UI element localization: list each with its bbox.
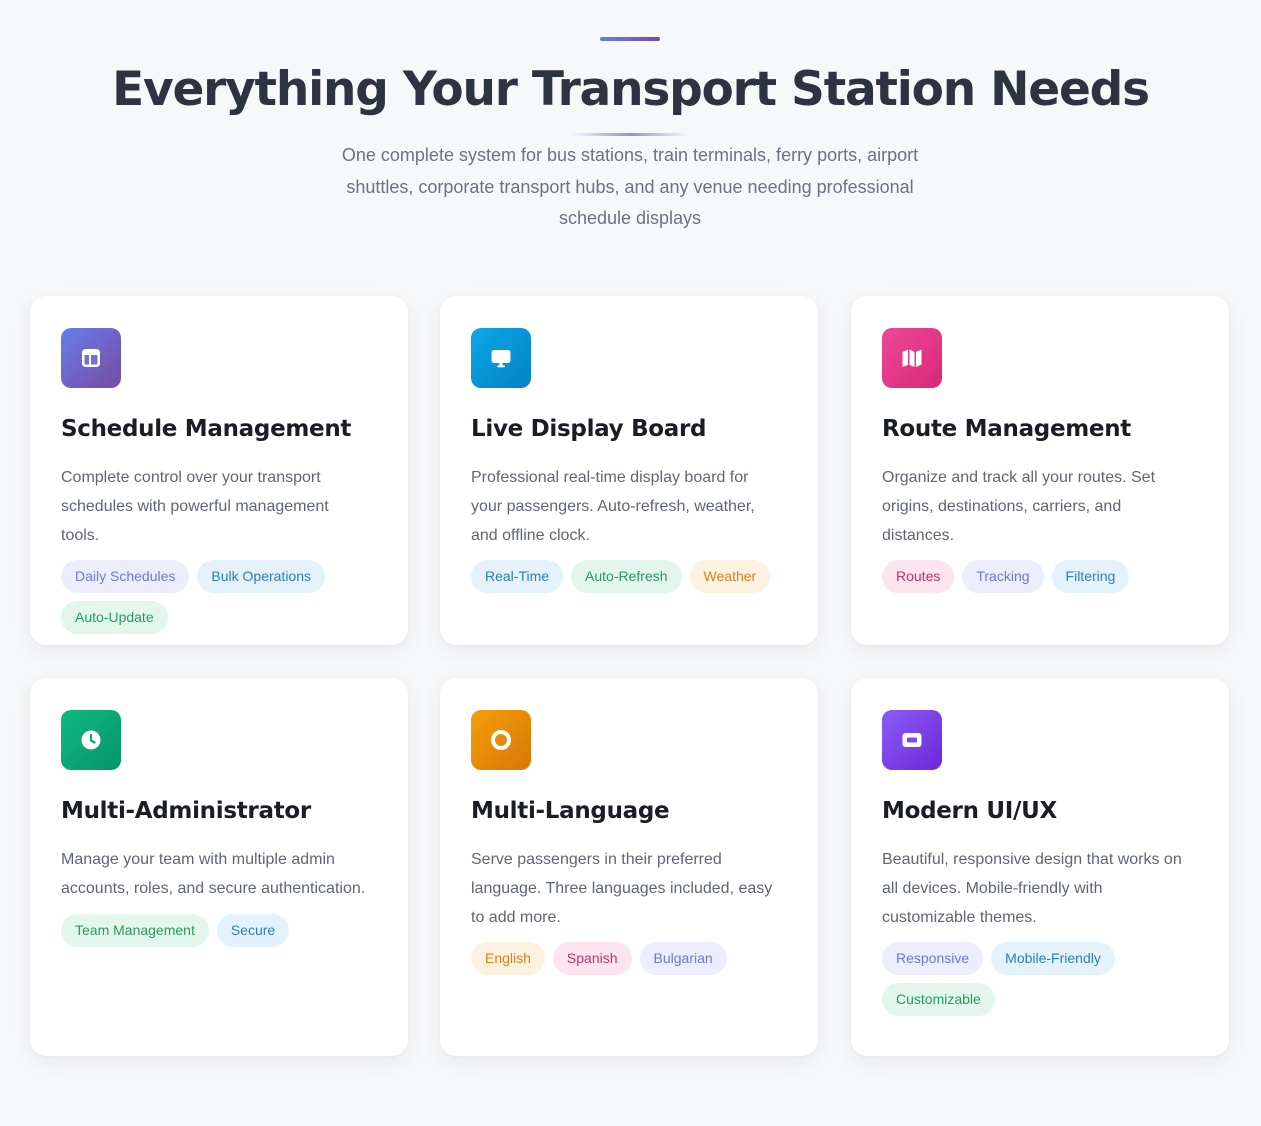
feature-title: Route Management	[882, 416, 1131, 442]
tag-routes: Routes	[882, 560, 955, 594]
tag-real-time: Real-Time	[471, 560, 564, 594]
feature-card-route-management: Route Management Organize and track all …	[851, 296, 1229, 645]
feature-title: Live Display Board	[471, 416, 707, 442]
tag-tracking: Tracking	[962, 560, 1044, 594]
feature-description: Serve passengers in their preferred lang…	[471, 851, 773, 926]
clock-icon	[61, 710, 121, 770]
tag-auto-update: Auto-Update	[61, 601, 168, 635]
page-title: Everything Your Transport Station Needs	[112, 62, 1150, 117]
feature-tags: Real-Time Auto-Refresh Weather	[471, 560, 787, 594]
tag-secure: Secure	[216, 913, 290, 947]
feature-card-live-display-board: Live Display Board Professional real-tim…	[440, 296, 818, 645]
ring-icon	[471, 710, 531, 770]
feature-card-multi-administrator: Multi-Administrator Manage your team wit…	[30, 678, 408, 1056]
feature-description: Manage your team with multiple admin acc…	[61, 851, 366, 897]
feature-title: Multi-Administrator	[61, 798, 311, 824]
tag-english: English	[471, 942, 545, 976]
top-accent-bar	[600, 37, 660, 41]
feature-tags: Routes Tracking Filtering	[882, 560, 1198, 594]
tag-auto-refresh: Auto-Refresh	[571, 560, 682, 594]
title-underline	[572, 133, 688, 136]
feature-title: Schedule Management	[61, 416, 352, 442]
page-subtitle: One complete system for bus stations, tr…	[341, 145, 919, 228]
feature-title: Modern UI/UX	[882, 798, 1057, 824]
tag-customizable: Customizable	[882, 983, 995, 1017]
tag-bulk-operations: Bulk Operations	[197, 560, 325, 594]
tag-weather: Weather	[689, 560, 771, 594]
tag-filtering: Filtering	[1051, 560, 1130, 594]
feature-tags: Team Management Secure	[61, 913, 377, 947]
feature-title: Multi-Language	[471, 798, 670, 824]
feature-description: Complete control over your transport sch…	[61, 469, 329, 544]
tag-responsive: Responsive	[882, 942, 984, 976]
map-icon	[882, 328, 942, 388]
tag-spanish: Spanish	[552, 942, 632, 976]
tag-bulgarian: Bulgarian	[639, 942, 727, 976]
feature-description: Professional real-time display board for…	[471, 469, 755, 544]
feature-tags: English Spanish Bulgarian	[471, 942, 787, 976]
feature-tags: Responsive Mobile-Friendly Customizable	[882, 942, 1198, 1017]
table-icon	[61, 328, 121, 388]
feature-card-modern-ui-ux: Modern UI/UX Beautiful, responsive desig…	[851, 678, 1229, 1056]
monitor-icon	[471, 328, 531, 388]
tag-team-management: Team Management	[61, 913, 209, 947]
feature-tags: Daily Schedules Bulk Operations Auto-Upd…	[61, 560, 377, 635]
feature-description: Beautiful, responsive design that works …	[882, 851, 1182, 926]
tag-mobile-friendly: Mobile-Friendly	[991, 942, 1115, 976]
window-icon	[882, 710, 942, 770]
tag-daily-schedules: Daily Schedules	[61, 560, 190, 594]
feature-card-multi-language: Multi-Language Serve passengers in their…	[440, 678, 818, 1056]
feature-card-schedule-management: Schedule Management Complete control ove…	[30, 296, 408, 645]
feature-description: Organize and track all your routes. Set …	[882, 469, 1156, 544]
